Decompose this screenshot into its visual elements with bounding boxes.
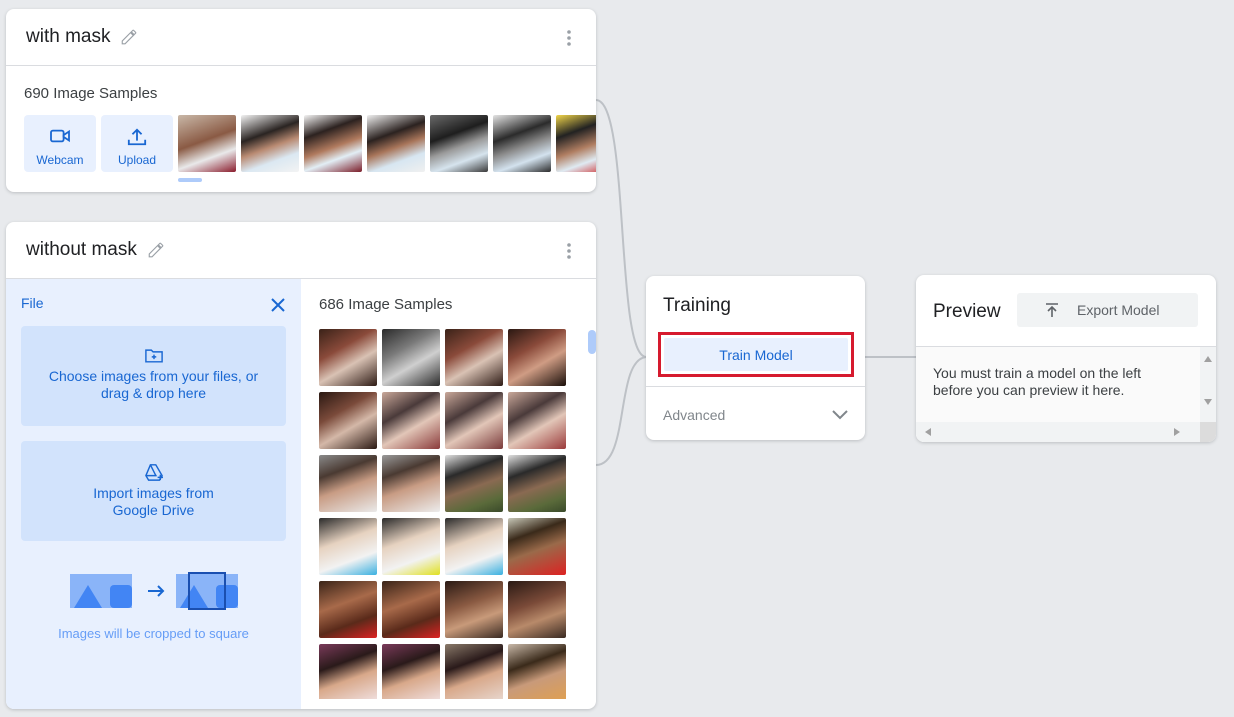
sample-thumbnail[interactable] [508,329,566,386]
choose-files-text: Choose images from your files, or drag &… [48,368,259,401]
sample-thumbnail[interactable] [382,329,440,386]
divider [646,386,865,387]
upload-label: Upload [117,153,157,167]
training-title: Training [663,295,731,316]
crop-illustration [70,572,238,610]
horizontal-scroll-indicator[interactable] [178,178,202,182]
file-panel-label: File [21,295,44,311]
sample-thumbnail[interactable] [382,392,440,449]
sample-thumbnail[interactable] [304,115,362,172]
sample-thumbnail[interactable] [445,455,503,512]
chevron-down-icon[interactable] [831,409,849,421]
webcam-button[interactable]: Webcam [24,115,96,172]
google-drive-icon [145,464,163,481]
more-options-icon[interactable] [566,29,572,47]
sample-thumbnail[interactable] [493,115,551,172]
sample-thumbnail[interactable] [508,392,566,449]
sample-thumbnail[interactable] [319,455,377,512]
sample-thumbnail[interactable] [382,644,440,699]
scroll-up-icon[interactable] [1204,356,1212,362]
drive-import-text: Import images from Google Drive [93,485,214,518]
vertical-scrollbar[interactable] [1200,347,1216,423]
sample-thumbnail[interactable] [508,581,566,638]
pencil-icon[interactable] [120,28,138,46]
sample-grid [319,329,581,699]
class-header: with mask [6,9,596,66]
scroll-right-icon[interactable] [1174,428,1180,436]
sample-thumbnail[interactable] [445,518,503,575]
sample-count: 686 Image Samples [319,296,453,313]
class-header: without mask [6,222,596,279]
preview-title: Preview [933,301,1001,322]
upload-button[interactable]: Upload [101,115,173,172]
sample-thumbnail[interactable] [319,518,377,575]
sample-thumbnail[interactable] [445,392,503,449]
sample-thumbnail[interactable] [445,644,503,699]
preview-body: You must train a model on the left befor… [916,346,1216,442]
sample-thumbnail[interactable] [508,455,566,512]
folder-add-icon [145,349,163,363]
sample-thumbnail[interactable] [367,115,425,172]
sample-thumbnail[interactable] [508,518,566,575]
google-drive-import[interactable]: Import images from Google Drive [21,441,286,541]
horizontal-scrollbar[interactable] [916,422,1200,442]
more-options-icon[interactable] [566,242,572,260]
export-model-label: Export Model [1077,302,1160,318]
class-title[interactable]: with mask [26,26,110,48]
sample-thumbnail[interactable] [178,115,236,172]
class-title[interactable]: without mask [26,239,137,261]
sample-thumbnail[interactable] [382,518,440,575]
training-card: Training Train Model Advanced [646,276,865,440]
sample-thumbnail[interactable] [319,392,377,449]
advanced-toggle[interactable]: Advanced [663,407,725,423]
preview-card: Preview Export Model You must train a mo… [916,275,1216,442]
sample-thumbnail[interactable] [445,329,503,386]
sample-thumbnail[interactable] [319,644,377,699]
pencil-icon[interactable] [147,241,165,259]
sample-thumbnail[interactable] [430,115,488,172]
class-card-without-mask: without mask File Choose images from you… [6,222,596,709]
file-upload-panel: File Choose images from your files, or d… [6,279,301,709]
export-model-button[interactable]: Export Model [1017,293,1198,327]
webcam-label: Webcam [36,153,84,167]
connector-class1-training [595,99,647,358]
sample-thumbnail[interactable] [382,455,440,512]
crop-note: Images will be cropped to square [58,626,249,641]
sample-thumbnail[interactable] [319,581,377,638]
sample-thumbnail[interactable] [241,115,299,172]
preview-message: You must train a model on the left befor… [933,365,1142,398]
sample-thumbnail[interactable] [445,581,503,638]
sample-count: 690 Image Samples [24,85,158,102]
highlight-box: Train Model [658,332,854,377]
scrollbar-corner [1200,422,1216,442]
connector-class2-training [595,356,647,466]
scroll-down-icon[interactable] [1204,399,1212,405]
class-card-with-mask: with mask 690 Image Samples Webcam Uploa… [6,9,596,192]
sample-thumbnails [178,115,596,172]
choose-files-dropzone[interactable]: Choose images from your files, or drag &… [21,326,286,426]
upload-icon [127,128,147,146]
sample-thumbnail[interactable] [556,115,596,172]
sample-thumbnail[interactable] [508,644,566,699]
close-icon[interactable] [270,297,286,313]
export-icon [1046,303,1058,317]
train-model-button[interactable]: Train Model [664,338,848,371]
scroll-left-icon[interactable] [925,428,931,436]
sample-thumbnail[interactable] [382,581,440,638]
vertical-scroll-indicator[interactable] [588,330,596,354]
webcam-icon [50,129,70,143]
sample-thumbnail[interactable] [319,329,377,386]
